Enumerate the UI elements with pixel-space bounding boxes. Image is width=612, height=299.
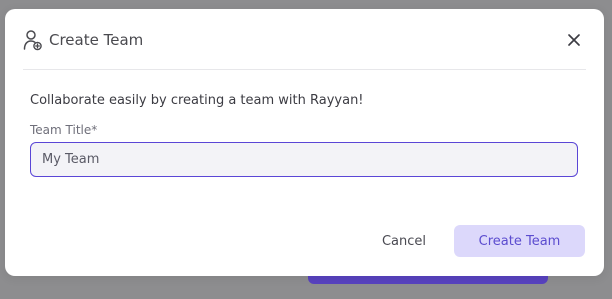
user-add-icon — [23, 29, 43, 51]
intro-text: Collaborate easily by creating a team wi… — [30, 93, 364, 108]
cancel-button[interactable]: Cancel — [364, 225, 444, 257]
create-team-button[interactable]: Create Team — [454, 225, 585, 257]
create-team-dialog: Create Team Collaborate easily by creati… — [5, 9, 604, 276]
close-button[interactable] — [562, 27, 586, 51]
dialog-title: Create Team — [49, 31, 144, 49]
team-title-input[interactable] — [30, 142, 578, 177]
dialog-header: Create Team — [23, 9, 586, 70]
close-icon — [567, 32, 581, 46]
team-title-label: Team Title* — [30, 123, 98, 137]
